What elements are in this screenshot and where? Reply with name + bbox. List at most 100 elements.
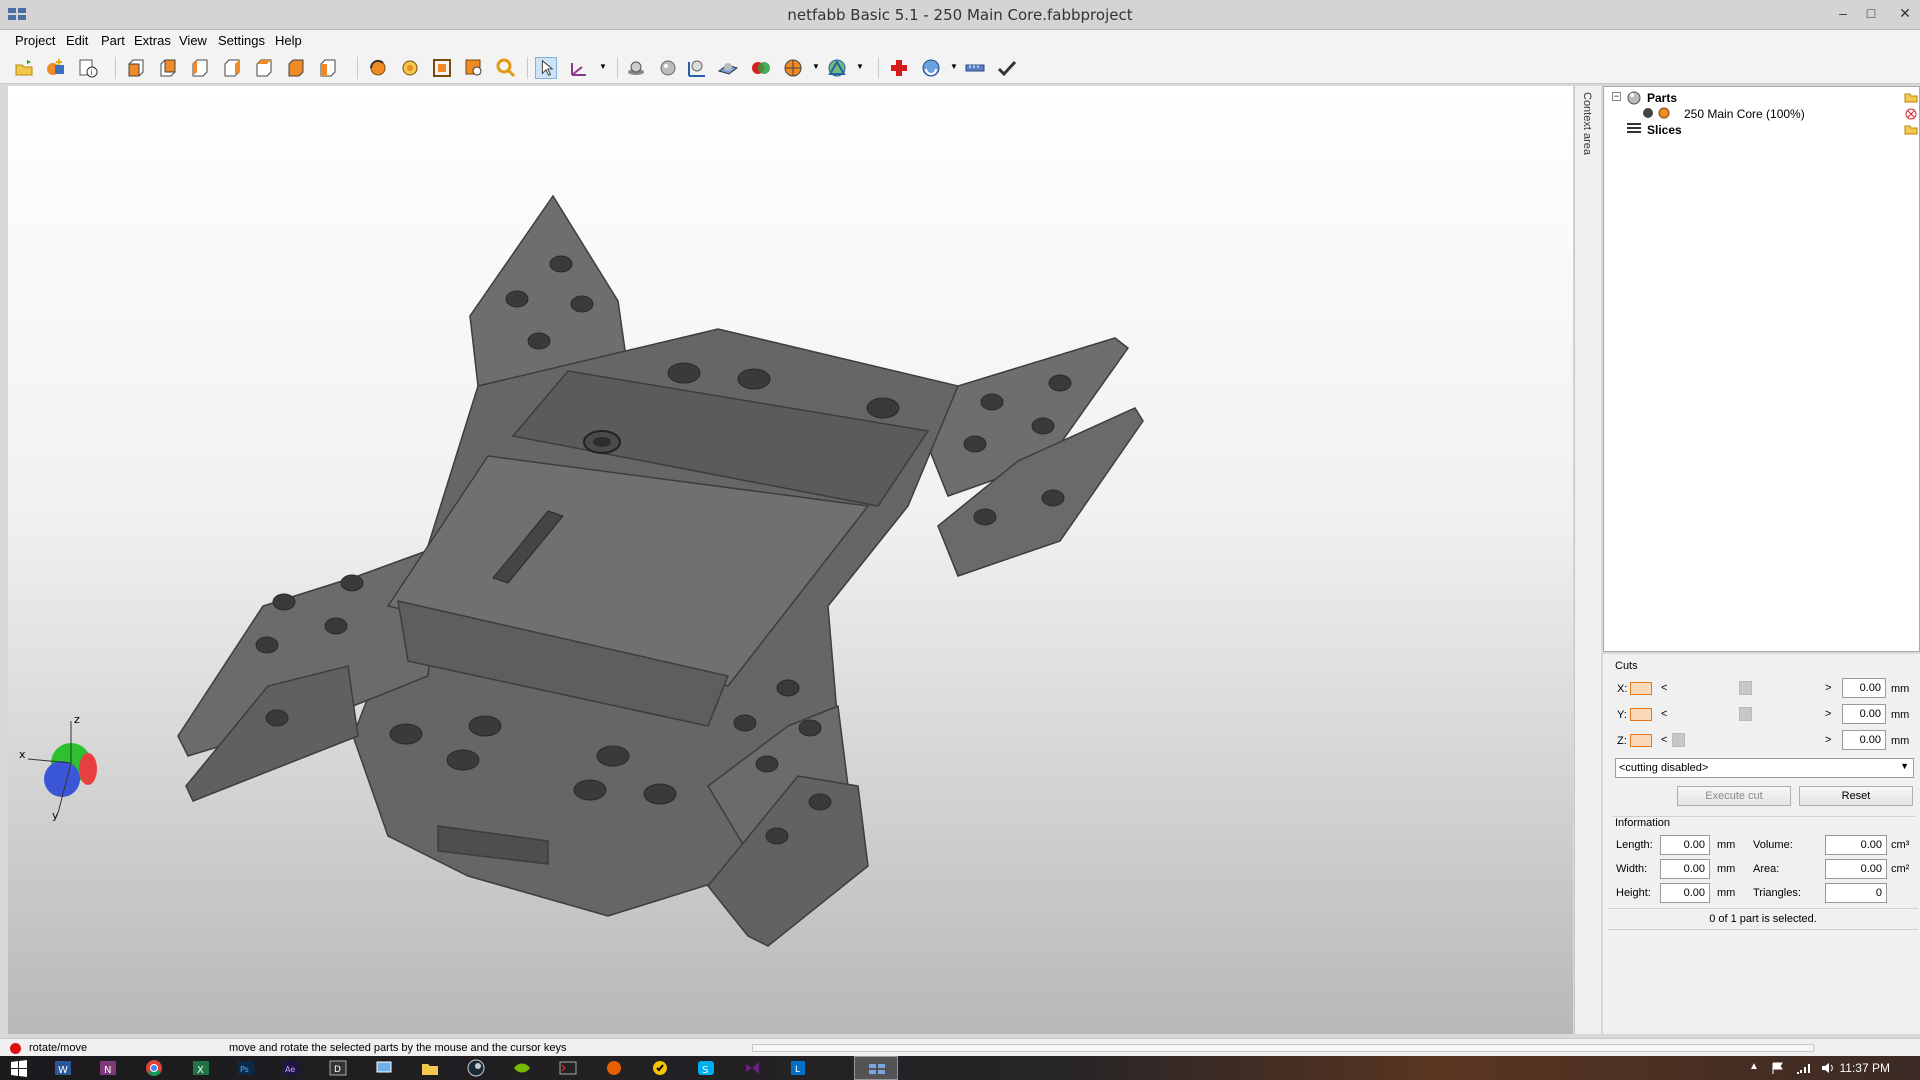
vs-icon[interactable]: [741, 1058, 763, 1078]
fit-view-icon[interactable]: [431, 57, 453, 79]
color-wheel-icon[interactable]: [782, 57, 804, 79]
repair-icon[interactable]: [399, 57, 421, 79]
cutting-mode-select[interactable]: <cutting disabled> ▼: [1615, 758, 1914, 778]
skype-icon[interactable]: S: [695, 1058, 717, 1078]
action-center-flag-icon[interactable]: [1770, 1061, 1786, 1075]
3d-viewport[interactable]: z x y: [8, 86, 1573, 1034]
tree-slices-label[interactable]: Slices: [1647, 123, 1682, 137]
axis-z-label: z: [74, 713, 80, 726]
cut-z-slider-thumb[interactable]: [1672, 733, 1685, 747]
context-area-tab[interactable]: Context area: [1574, 86, 1601, 1034]
cut-x-increase-button[interactable]: >: [1825, 682, 1831, 694]
volume-label: Volume:: [1753, 839, 1793, 851]
open-folder-icon[interactable]: [13, 57, 35, 79]
firefox-icon[interactable]: [603, 1058, 625, 1078]
cut-x-color-icon[interactable]: [1630, 682, 1652, 695]
view-front-icon[interactable]: [125, 57, 147, 79]
cut-z-decrease-button[interactable]: <: [1661, 734, 1667, 746]
volume-icon[interactable]: [1820, 1061, 1836, 1075]
cut-y-decrease-button[interactable]: <: [1661, 708, 1667, 720]
after-effects-icon[interactable]: Ae: [281, 1058, 303, 1078]
view-bottom-icon[interactable]: [285, 57, 307, 79]
checkmark-icon[interactable]: [996, 57, 1018, 79]
remove-part-icon[interactable]: [1904, 107, 1918, 121]
plane-icon[interactable]: [717, 57, 739, 79]
norton-icon[interactable]: [649, 1058, 671, 1078]
show-hidden-icons-icon[interactable]: ▲: [1749, 1061, 1759, 1072]
zoom-part-icon[interactable]: [463, 57, 485, 79]
analysis-dropdown-arrow-icon[interactable]: ▼: [950, 62, 958, 71]
rotate-part-icon[interactable]: [367, 57, 389, 79]
zoom-icon[interactable]: [495, 57, 517, 79]
sphere-shaded-icon[interactable]: [657, 57, 679, 79]
cut-y-increase-button[interactable]: >: [1825, 708, 1831, 720]
cut-x-slider-thumb[interactable]: [1739, 681, 1752, 695]
info-icon[interactable]: i: [77, 57, 99, 79]
cut-z-value-field[interactable]: 0.00: [1842, 730, 1886, 750]
ruler-icon[interactable]: [964, 57, 986, 79]
menu-help[interactable]: Help: [275, 33, 302, 48]
part-render-250-main-core[interactable]: [8, 86, 1573, 1034]
tree-part-item[interactable]: 250 Main Core (100%): [1684, 107, 1805, 121]
photoshop-icon[interactable]: Ps: [235, 1058, 257, 1078]
svg-text:Ae: Ae: [285, 1065, 295, 1074]
reset-button[interactable]: Reset: [1799, 786, 1913, 806]
select-pointer-icon[interactable]: [535, 57, 557, 79]
cut-z-color-icon[interactable]: [1630, 734, 1652, 747]
menu-project[interactable]: Project: [15, 33, 55, 48]
view-left-icon[interactable]: [189, 57, 211, 79]
status-mode: rotate/move: [29, 1042, 88, 1054]
taskbar-clock[interactable]: 11:37 PM: [1840, 1061, 1890, 1075]
daemon-icon[interactable]: D: [327, 1058, 349, 1078]
cut-z-increase-button[interactable]: >: [1825, 734, 1831, 746]
cut-x-decrease-button[interactable]: <: [1661, 682, 1667, 694]
minimize-button[interactable]: –: [1830, 3, 1856, 23]
maximize-button[interactable]: □: [1858, 3, 1884, 23]
cut-y-slider-thumb[interactable]: [1739, 707, 1752, 721]
chrome-icon[interactable]: [143, 1058, 165, 1078]
netfabb-taskbar-button[interactable]: [854, 1056, 898, 1080]
start-icon[interactable]: [8, 1058, 30, 1078]
add-part-icon[interactable]: [45, 57, 67, 79]
menu-part[interactable]: Part: [101, 33, 125, 48]
menu-settings[interactable]: Settings: [218, 33, 265, 48]
boolean-icon[interactable]: [750, 57, 772, 79]
terminal-icon[interactable]: [557, 1058, 579, 1078]
axis-dropdown-arrow-icon[interactable]: ▼: [599, 62, 607, 71]
mesh-dropdown-arrow-icon[interactable]: ▼: [856, 62, 864, 71]
toolbar-separator: [527, 57, 528, 79]
view-back-icon[interactable]: [157, 57, 179, 79]
close-button[interactable]: ✕: [1892, 3, 1918, 23]
menu-edit[interactable]: Edit: [66, 33, 88, 48]
steam-icon[interactable]: [465, 1058, 487, 1078]
cut-y-value-field[interactable]: 0.00: [1842, 704, 1886, 724]
measure-icon[interactable]: [686, 57, 708, 79]
analysis-icon[interactable]: [920, 57, 942, 79]
cut-x-value-field[interactable]: 0.00: [1842, 678, 1886, 698]
lync-icon[interactable]: L: [787, 1058, 809, 1078]
nvidia-icon[interactable]: [511, 1058, 533, 1078]
add-red-cross-icon[interactable]: [888, 57, 910, 79]
slices-folder-icon[interactable]: [1904, 123, 1918, 135]
menu-view[interactable]: View: [179, 33, 207, 48]
network-icon[interactable]: [373, 1058, 395, 1078]
sphere-icon[interactable]: [625, 57, 647, 79]
view-right-icon[interactable]: [221, 57, 243, 79]
execute-cut-button[interactable]: Execute cut: [1677, 786, 1791, 806]
menu-extras[interactable]: Extras: [134, 33, 171, 48]
axis-x-label: x: [19, 748, 26, 761]
collapse-toggle-icon[interactable]: −: [1612, 92, 1621, 101]
explorer-icon[interactable]: [419, 1058, 441, 1078]
view-top-icon[interactable]: [253, 57, 275, 79]
onenote-icon[interactable]: N: [97, 1058, 119, 1078]
view-iso-icon[interactable]: [317, 57, 339, 79]
parts-folder-icon[interactable]: [1904, 91, 1918, 103]
cut-y-color-icon[interactable]: [1630, 708, 1652, 721]
mesh-icon[interactable]: [826, 57, 848, 79]
color-dropdown-arrow-icon[interactable]: ▼: [812, 62, 820, 71]
excel-icon[interactable]: X: [190, 1058, 212, 1078]
tree-parts-label[interactable]: Parts: [1647, 91, 1677, 105]
word-icon[interactable]: W: [52, 1058, 74, 1078]
axis-tool-icon[interactable]: [568, 57, 590, 79]
network-signal-icon[interactable]: [1795, 1061, 1811, 1075]
